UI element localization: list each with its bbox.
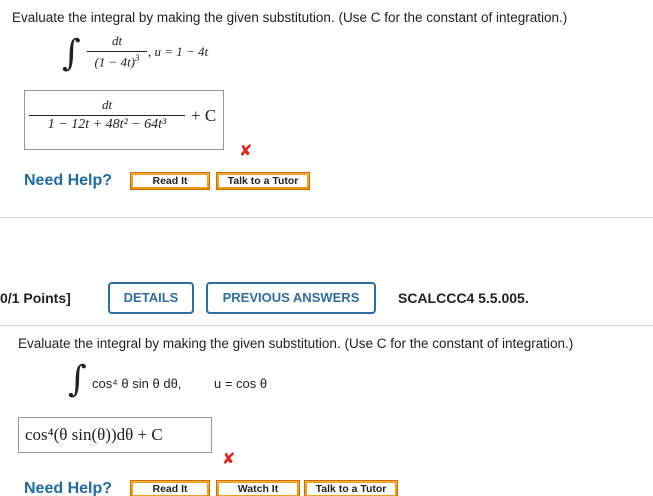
answer-denominator: 1 − 12t + 48t² − 64t³ bbox=[47, 117, 167, 132]
answer-numerator: dt bbox=[101, 97, 113, 112]
watch-it-button-label: Watch It bbox=[218, 482, 298, 496]
integral-sign-2: ∫ bbox=[68, 359, 87, 400]
question-1-answer-box[interactable]: dt 1 − 12t + 48t² − 64t³ + C bbox=[24, 90, 224, 150]
points-label: 0/1 Points] bbox=[0, 290, 71, 306]
incorrect-icon: ✘ bbox=[239, 143, 253, 160]
previous-answers-button[interactable]: PREVIOUS ANSWERS bbox=[206, 282, 376, 314]
integrand-exponent: 3 bbox=[135, 53, 140, 63]
question-2-answer: cos⁴(θ sin(θ))dθ + C bbox=[25, 425, 163, 444]
integrand-denominator: (1 − 4t)3 bbox=[87, 52, 147, 70]
question-1-substitution: , u = 1 − 4t bbox=[148, 44, 209, 59]
question-2-integrand: cos⁴ θ sin θ dθ, bbox=[92, 376, 182, 391]
talk-to-tutor-button[interactable]: Talk to a Tutor bbox=[216, 172, 310, 190]
watch-it-button[interactable]: Watch It bbox=[216, 480, 300, 496]
read-it-button[interactable]: Read It bbox=[130, 172, 210, 190]
read-it-button-2[interactable]: Read It bbox=[130, 480, 210, 496]
question-2-prompt: Evaluate the integral by making the give… bbox=[18, 336, 574, 351]
integrand-denominator-base: (1 − 4t) bbox=[94, 54, 136, 70]
talk-to-tutor-button-2[interactable]: Talk to a Tutor bbox=[304, 480, 398, 496]
question-1-prompt: Evaluate the integral by making the give… bbox=[12, 10, 568, 25]
read-it-button-2-label: Read It bbox=[132, 482, 208, 496]
incorrect-icon-2: ✘ bbox=[222, 451, 236, 468]
read-it-button-label: Read It bbox=[132, 174, 208, 188]
talk-to-tutor-button-2-label: Talk to a Tutor bbox=[306, 482, 396, 496]
question-1-integrand: dt (1 − 4t)3 bbox=[87, 33, 147, 70]
answer-fraction: dt 1 − 12t + 48t² − 64t³ bbox=[29, 97, 185, 133]
need-help-label: Need Help? bbox=[24, 172, 113, 189]
question-2-substitution: u = cos θ bbox=[214, 376, 268, 391]
need-help-label-2: Need Help? bbox=[24, 480, 113, 496]
problem-code: SCALCCC4 5.5.005. bbox=[398, 290, 529, 306]
question-2-answer-box[interactable]: cos⁴(θ sin(θ))dθ + C bbox=[18, 417, 212, 453]
integrand-numerator: dt bbox=[111, 33, 123, 48]
integral-sign: ∫ bbox=[62, 33, 81, 74]
answer-constant: + C bbox=[191, 106, 217, 125]
talk-to-tutor-button-label: Talk to a Tutor bbox=[218, 174, 308, 188]
details-button[interactable]: DETAILS bbox=[108, 282, 194, 314]
